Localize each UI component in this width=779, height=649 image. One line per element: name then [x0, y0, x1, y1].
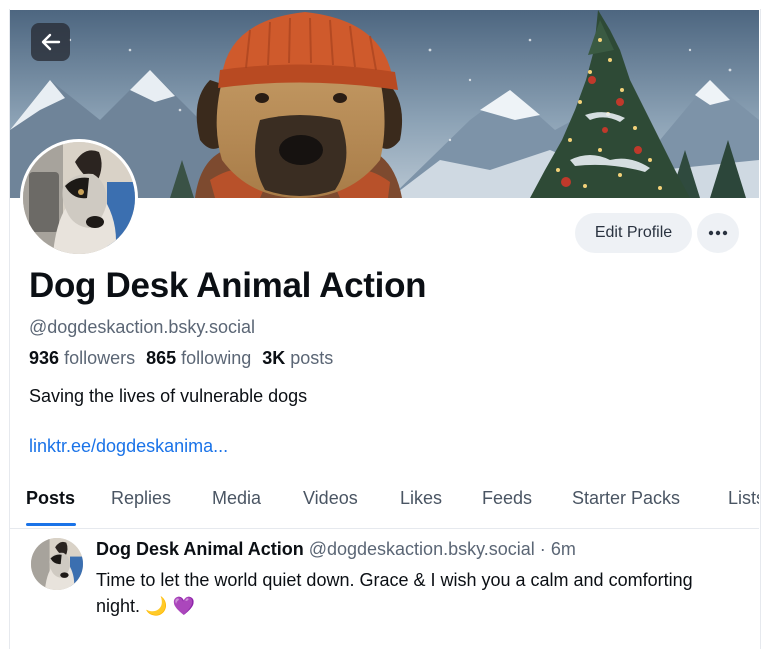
tab-videos[interactable]: Videos	[303, 488, 358, 509]
edit-profile-button[interactable]: Edit Profile	[575, 213, 692, 253]
tab-lists[interactable]: Lists	[728, 488, 759, 509]
profile-link[interactable]: linktr.ee/dogdeskanima...	[29, 436, 228, 457]
tab-media[interactable]: Media	[212, 488, 261, 509]
back-button[interactable]	[31, 23, 70, 61]
post-author-avatar[interactable]	[31, 538, 83, 590]
profile-display-name: Dog Desk Animal Action	[29, 266, 427, 305]
post-separator: ·	[539, 539, 546, 559]
tab-feeds[interactable]: Feeds	[482, 488, 532, 509]
tab-replies[interactable]: Replies	[111, 488, 171, 509]
post-text: Time to let the world quiet down. Grace …	[96, 570, 693, 616]
post-timestamp[interactable]: 6m	[551, 539, 576, 559]
post-author-name[interactable]: Dog Desk Animal Action	[96, 539, 304, 559]
ellipsis-icon	[708, 230, 728, 236]
tab-likes[interactable]: Likes	[400, 488, 442, 509]
following-count: 865	[146, 348, 177, 368]
more-options-button[interactable]	[697, 213, 739, 253]
avatar[interactable]	[20, 139, 138, 257]
profile-stats: 936 followers 865 following 3K posts	[29, 348, 333, 369]
profile-handle: @dogdeskaction.bsky.social	[29, 317, 256, 337]
following-label: following	[181, 348, 252, 368]
post-author-handle[interactable]: @dogdeskaction.bsky.social	[309, 539, 535, 559]
followers-count: 936	[29, 348, 60, 368]
active-tab-indicator	[26, 523, 76, 526]
posts-count: 3K	[262, 348, 286, 368]
profile-bio: Saving the lives of vulnerable dogs	[29, 386, 308, 406]
tab-starter-packs[interactable]: Starter Packs	[572, 488, 680, 509]
tab-posts[interactable]: Posts	[26, 488, 75, 509]
post-header: Dog Desk Animal Action @dogdeskaction.bs…	[96, 539, 576, 560]
posts-stat: 3K posts	[262, 348, 333, 368]
arrow-left-icon	[41, 33, 60, 51]
posts-label: posts	[290, 348, 334, 368]
profile-tabs: Posts Replies Media Videos Likes Feeds S…	[10, 474, 759, 529]
followers-label: followers	[64, 348, 136, 368]
followers-link[interactable]: 936 followers	[29, 348, 135, 368]
following-link[interactable]: 865 following	[146, 348, 251, 368]
